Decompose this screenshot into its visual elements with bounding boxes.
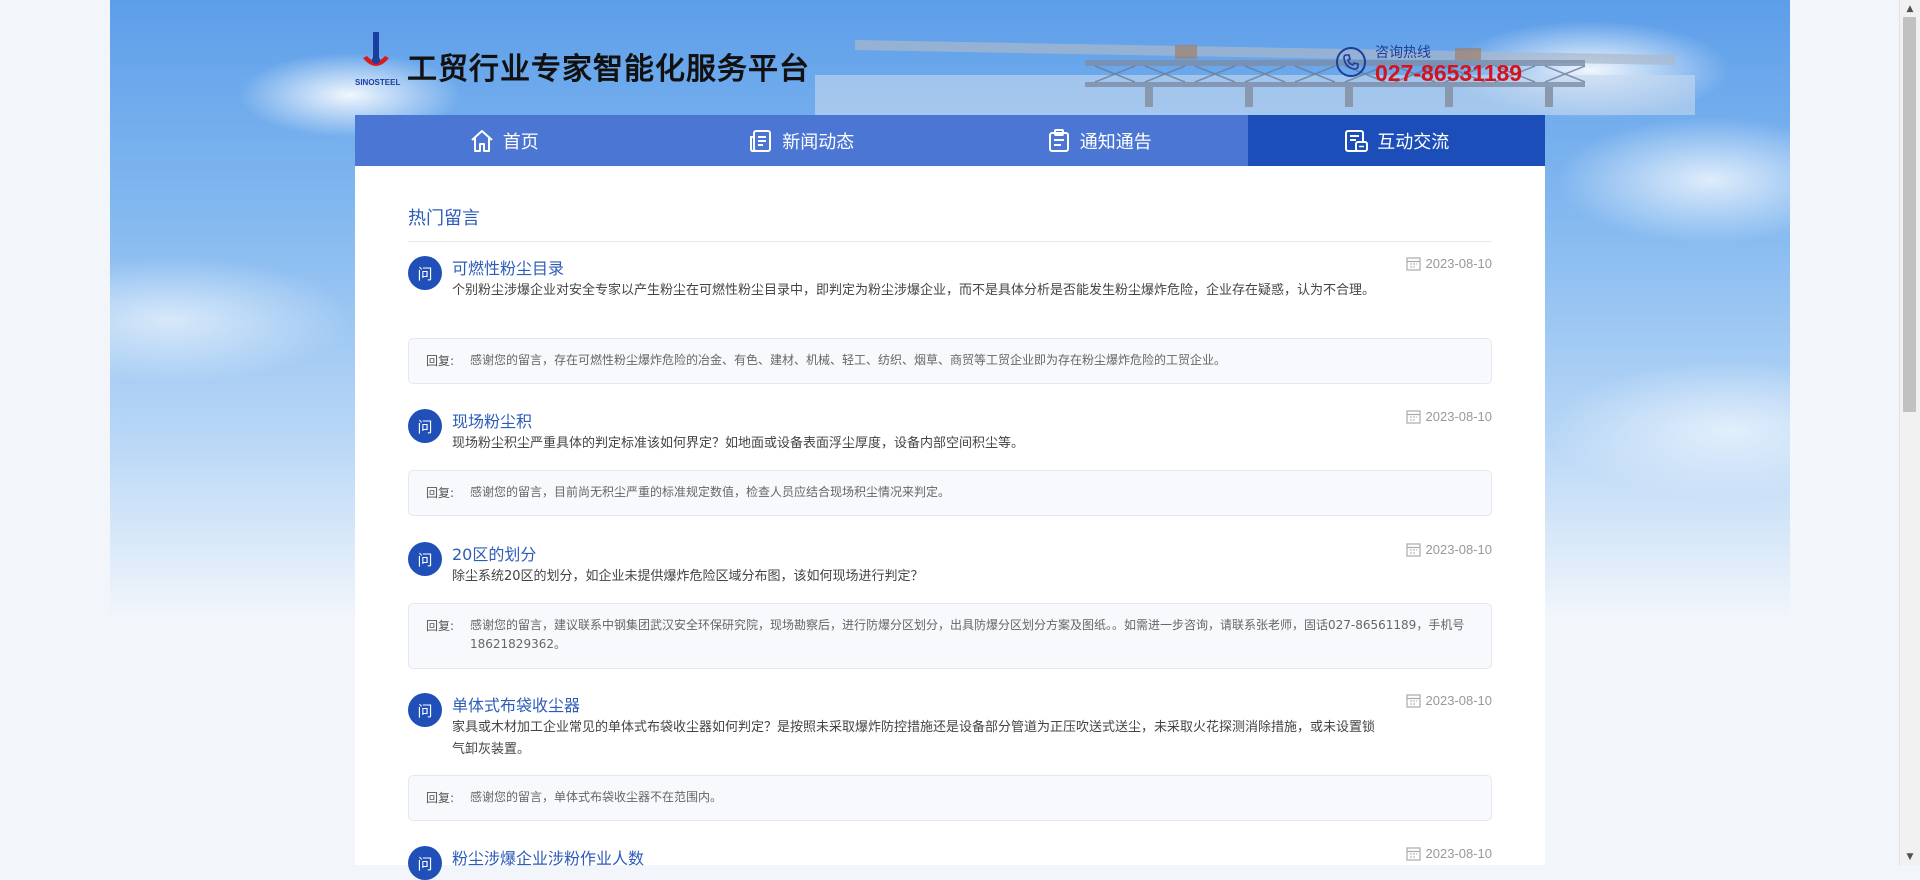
question-title[interactable]: 20区的划分 <box>452 541 536 565</box>
nav-item-label: 首页 <box>502 131 539 153</box>
question-text: 家具或木材加工企业常见的单体式布袋收尘器如何判定？是按照未采取爆炸防控措施还是设… <box>452 720 1376 757</box>
question-badge: 问 <box>408 846 442 880</box>
question-title[interactable]: 单体式布袋收尘器 <box>452 692 580 716</box>
calendar-icon <box>1405 694 1421 708</box>
question-date-text: 2023-08-10 <box>1425 542 1493 557</box>
question-date: 2023-08-10 <box>1405 542 1493 557</box>
main-nav: 首页 新闻动态 通知通告 互动交流 <box>355 115 1545 166</box>
question-badge: 问 <box>408 409 442 443</box>
site-title: 工贸行业专家智能化服务平台 <box>407 52 810 87</box>
question-badge: 问 <box>408 693 442 727</box>
logo-text: SINOSTEEL <box>355 78 400 87</box>
scrollbar-thumb[interactable] <box>1903 17 1916 412</box>
question-date-text: 2023-08-10 <box>1425 256 1493 271</box>
question-text: 个别粉尘涉爆企业对安全专家以产生粉尘在可燃性粉尘目录中，即判定为粉尘涉爆企业，而… <box>452 283 1376 298</box>
interaction-icon <box>1345 129 1369 152</box>
scroll-up-arrow-icon[interactable]: ▲ <box>1900 0 1920 17</box>
nav-item-home[interactable]: 首页 <box>355 115 653 166</box>
news-icon <box>750 129 772 152</box>
notice-icon <box>1048 128 1069 152</box>
phone-icon <box>1336 47 1366 77</box>
question-title[interactable]: 可燃性粉尘目录 <box>452 255 564 279</box>
reply-text: 感谢您的留言，建议联系中钢集团武汉安全环保研究院，现场勘察后，进行防爆分区划分，… <box>470 618 1465 651</box>
reply-box: 回复: 感谢您的留言，目前尚无积尘严重的标准规定数值，检查人员应结合现场积尘情况… <box>408 470 1492 516</box>
reply-text: 感谢您的留言，单体式布袋收尘器不在范围内。 <box>470 790 723 804</box>
nav-item-label: 互动交流 <box>1377 131 1450 153</box>
question-date-text: 2023-08-10 <box>1425 693 1493 708</box>
main-content: 热门留言 问 可燃性粉尘目录 2023-08-10 个别粉尘涉爆企业对安全专家以… <box>355 166 1545 880</box>
section-title: 热门留言 <box>408 208 480 229</box>
reply-box: 回复: 感谢您的留言，存在可燃性粉尘爆炸危险的冶金、有色、建材、机械、轻工、纺织… <box>408 338 1492 384</box>
question-text: 现场粉尘积尘严重具体的判定标准该如何界定？如地面或设备表面浮尘厚度，设备内部空间… <box>452 436 1025 451</box>
section-divider <box>408 241 1492 242</box>
reply-label: 回复: <box>426 354 455 368</box>
reply-label: 回复: <box>426 486 455 500</box>
reply-label: 回复: <box>426 791 455 805</box>
nav-item-notice[interactable]: 通知通告 <box>950 115 1248 166</box>
question-date-text: 2023-08-10 <box>1425 846 1493 861</box>
question-badge: 问 <box>408 256 442 290</box>
nav-item-label: 新闻动态 <box>782 131 855 153</box>
nav-item-label: 通知通告 <box>1079 131 1152 153</box>
question-date: 2023-08-10 <box>1405 256 1493 271</box>
question-date-text: 2023-08-10 <box>1425 409 1493 424</box>
question-date: 2023-08-10 <box>1405 409 1493 424</box>
nav-item-interaction[interactable]: 互动交流 <box>1247 115 1545 166</box>
reply-text: 感谢您的留言，目前尚无积尘严重的标准规定数值，检查人员应结合现场积尘情况来判定。 <box>470 485 951 499</box>
reply-label: 回复: <box>426 619 455 633</box>
question-badge: 问 <box>408 542 442 576</box>
sinosteel-logo: SINOSTEEL <box>355 32 400 87</box>
question-title[interactable]: 粉尘涉爆企业涉粉作业人数 <box>452 845 644 869</box>
question-date: 2023-08-10 <box>1405 846 1493 861</box>
calendar-icon <box>1405 543 1421 557</box>
calendar-icon <box>1405 257 1421 271</box>
calendar-icon <box>1405 847 1421 861</box>
reply-box: 回复: 感谢您的留言，单体式布袋收尘器不在范围内。 <box>408 775 1492 821</box>
hotline-label: 咨询热线 <box>1375 45 1431 61</box>
home-icon <box>471 129 493 152</box>
scroll-down-arrow-icon[interactable]: ▼ <box>1900 848 1920 865</box>
reply-text: 感谢您的留言，存在可燃性粉尘爆炸危险的冶金、有色、建材、机械、轻工、纺织、烟草、… <box>470 353 1227 367</box>
hotline-number: 027-86531189 <box>1375 60 1523 86</box>
question-title[interactable]: 现场粉尘积 <box>452 408 532 432</box>
question-text: 除尘系统20区的划分，如企业未提供爆炸危险区域分布图，该如何现场进行判定？ <box>452 569 924 584</box>
reply-box: 回复: 感谢您的留言，建议联系中钢集团武汉安全环保研究院，现场勘察后，进行防爆分… <box>408 603 1492 669</box>
bridge-banner-image <box>815 40 1695 115</box>
site-header: SINOSTEEL 工贸行业专家智能化服务平台 咨询热线 027-8653118… <box>355 0 1695 115</box>
question-date: 2023-08-10 <box>1405 693 1493 708</box>
calendar-icon <box>1405 410 1421 424</box>
nav-item-news[interactable]: 新闻动态 <box>653 115 951 166</box>
vertical-scrollbar[interactable]: ▲ ▼ <box>1899 0 1920 865</box>
